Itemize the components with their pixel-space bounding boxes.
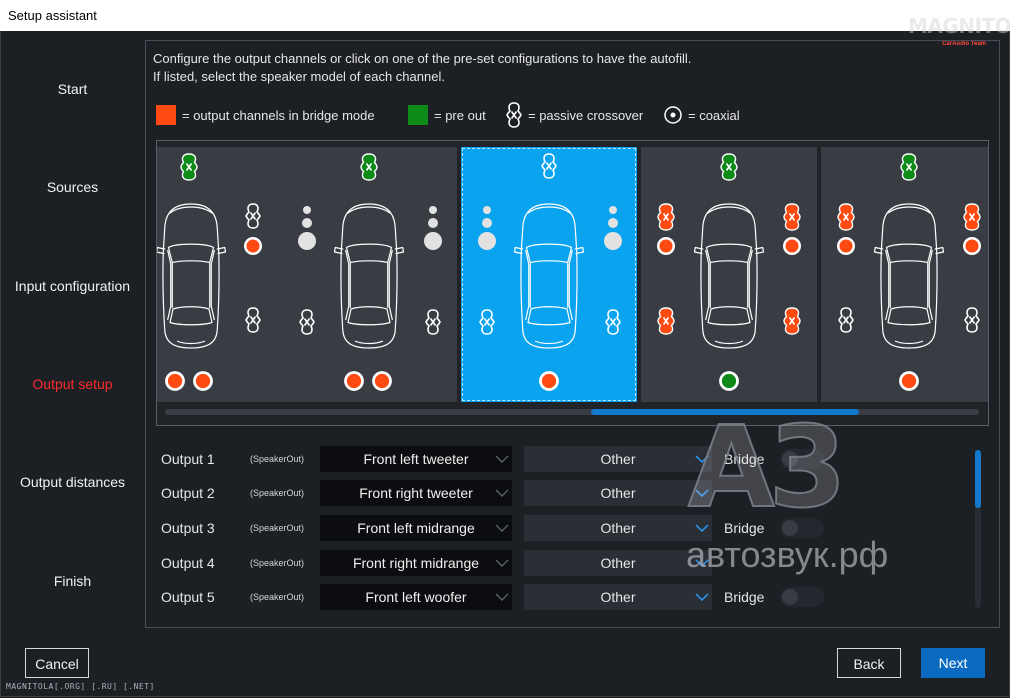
legend-coaxial: = coaxial [664, 104, 740, 126]
channel-select[interactable]: Front right tweeter [320, 480, 512, 506]
channel-select[interactable]: Front left midrange [320, 515, 512, 541]
bridge-toggle[interactable] [780, 587, 824, 607]
output-list-scrollbar[interactable] [975, 450, 981, 608]
channel-select[interactable]: Front left tweeter [320, 446, 512, 472]
bridge-toggle[interactable] [780, 449, 824, 469]
legend-preout-label: = pre out [434, 107, 486, 123]
legend-preout: = pre out [408, 104, 486, 126]
step-sources[interactable]: Sources [0, 179, 145, 195]
step-output-distances[interactable]: Output distances [0, 474, 145, 490]
channel-select-value: Front right midrange [352, 555, 480, 571]
title-bar: Setup assistant [0, 0, 1010, 31]
legend-crossover: = passive crossover [506, 104, 643, 126]
step-start[interactable]: Start [0, 81, 145, 97]
chevron-down-icon [494, 555, 510, 571]
output-label: Output 4 [161, 555, 215, 571]
chevron-down-icon [694, 520, 710, 536]
output-label: Output 3 [161, 520, 215, 536]
output-type: (SpeakerOut) [250, 592, 305, 602]
speaker-model-value: Other [600, 520, 636, 536]
preout-crossover-icon [180, 153, 198, 181]
speaker-model-select[interactable]: Other [524, 584, 712, 610]
step-output-setup[interactable]: Output setup [0, 376, 145, 392]
output-type: (SpeakerOut) [250, 558, 305, 568]
channel-select-value: Front left midrange [357, 520, 475, 536]
chevron-down-icon [694, 451, 710, 467]
back-button[interactable]: Back [837, 648, 901, 678]
speaker-model-value: Other [600, 451, 636, 467]
chevron-down-icon [494, 589, 510, 605]
output-row-5: Output 5 (SpeakerOut) Front left woofer … [156, 584, 971, 610]
channel-select[interactable]: Front left woofer [320, 584, 512, 610]
legend-bridge: = output channels in bridge mode [156, 104, 375, 126]
speaker-model-select[interactable]: Other [524, 446, 712, 472]
chevron-down-icon [494, 520, 510, 536]
step-input-configuration[interactable]: Input configuration [0, 278, 145, 294]
bridge-swatch-icon [156, 105, 176, 125]
output-row-4: Output 4 (SpeakerOut) Front right midran… [156, 550, 971, 576]
chevron-down-icon [694, 485, 710, 501]
speaker-model-select[interactable]: Other [524, 550, 712, 576]
channel-select-value: Front right tweeter [359, 485, 473, 501]
instructions-line-2: If listed, select the speaker model of e… [153, 69, 445, 84]
chevron-down-icon [694, 555, 710, 571]
window-title: Setup assistant [8, 8, 97, 23]
legend-crossover-label: = passive crossover [528, 107, 644, 123]
output-list-scrollbar-thumb[interactable] [975, 450, 981, 508]
output-label: Output 5 [161, 589, 215, 605]
cancel-button[interactable]: Cancel [25, 648, 89, 678]
bridge-label: Bridge [724, 520, 765, 536]
footer-watermark: MAGNITOLA[.ORG] [.RU] [.NET] [6, 682, 155, 691]
output-row-2: Output 2 (SpeakerOut) Front right tweete… [156, 480, 971, 506]
preset-card-4[interactable] [641, 147, 817, 402]
speaker-model-value: Other [600, 555, 636, 571]
output-list: Output 1 (SpeakerOut) Front left tweeter… [156, 444, 971, 614]
speaker-model-select[interactable]: Other [524, 480, 712, 506]
chevron-down-icon [494, 485, 510, 501]
preout-swatch-icon [408, 105, 428, 125]
next-button[interactable]: Next [921, 648, 985, 678]
output-row-3: Output 3 (SpeakerOut) Front left midrang… [156, 515, 971, 541]
output-type: (SpeakerOut) [250, 454, 305, 464]
chevron-down-icon [494, 451, 510, 467]
legend-coaxial-label: = coaxial [688, 107, 740, 123]
legend-bridge-label: = output channels in bridge mode [182, 107, 375, 123]
channel-select-value: Front left tweeter [363, 451, 469, 467]
output-row-1: Output 1 (SpeakerOut) Front left tweeter… [156, 446, 971, 472]
preset-card-5[interactable] [821, 147, 988, 402]
channel-select-value: Front left woofer [365, 589, 467, 605]
bridge-label: Bridge [724, 589, 765, 605]
preset-gallery [156, 140, 989, 426]
output-label: Output 2 [161, 485, 215, 501]
coaxial-icon [664, 106, 682, 124]
channel-select[interactable]: Front right midrange [320, 550, 512, 576]
preset-card-3-selected[interactable] [461, 147, 637, 402]
passive-crossover-icon [506, 102, 522, 128]
output-type: (SpeakerOut) [250, 488, 305, 498]
preset-card-2[interactable] [281, 147, 457, 402]
output-label: Output 1 [161, 451, 215, 467]
bridge-coaxial-icon [244, 237, 262, 255]
preset-scrollbar-thumb[interactable] [591, 409, 859, 415]
output-type: (SpeakerOut) [250, 523, 305, 533]
speaker-model-value: Other [600, 485, 636, 501]
chevron-down-icon [694, 589, 710, 605]
instructions-line-1: Configure the output channels or click o… [153, 51, 692, 66]
bridge-label: Bridge [724, 451, 765, 467]
speaker-model-select[interactable]: Other [524, 515, 712, 541]
bridge-toggle[interactable] [780, 518, 824, 538]
speaker-model-value: Other [600, 589, 636, 605]
instructions: Configure the output channels or click o… [153, 50, 691, 86]
step-finish[interactable]: Finish [0, 573, 145, 589]
